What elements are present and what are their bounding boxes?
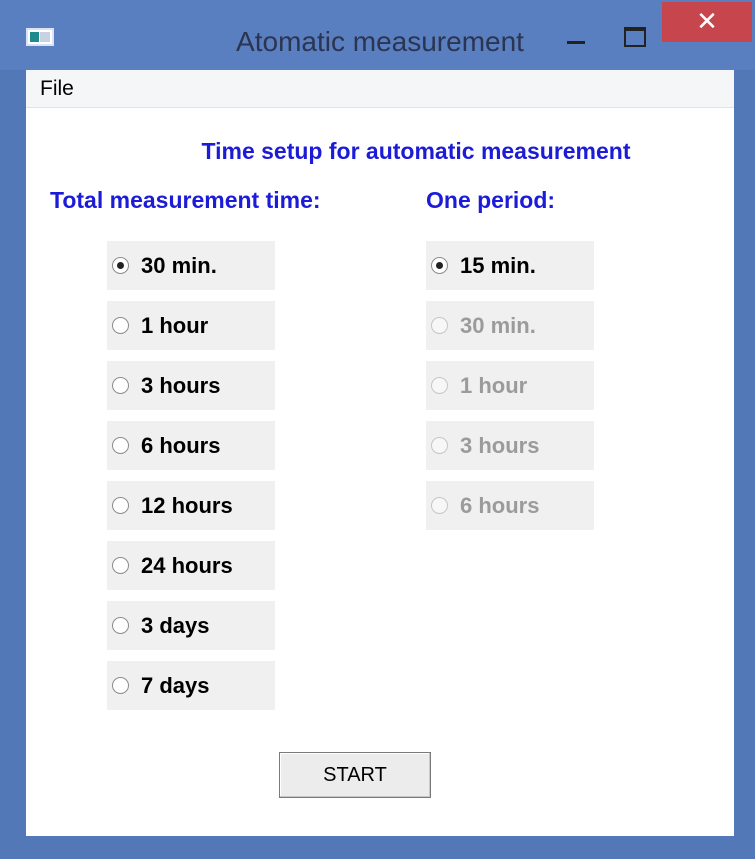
total-option-3days[interactable]: 3 days bbox=[107, 601, 275, 650]
total-option-3hours[interactable]: 3 hours bbox=[107, 361, 275, 410]
radio-icon[interactable] bbox=[112, 317, 129, 334]
total-option-7days[interactable]: 7 days bbox=[107, 661, 275, 710]
total-option-30min[interactable]: 30 min. bbox=[107, 241, 275, 290]
close-button[interactable]: ✕ bbox=[662, 2, 752, 42]
radio-icon[interactable] bbox=[431, 257, 448, 274]
radio-icon[interactable] bbox=[112, 497, 129, 514]
period-label: One period: bbox=[426, 187, 556, 213]
radio-icon[interactable] bbox=[112, 557, 129, 574]
total-option-12hours[interactable]: 12 hours bbox=[107, 481, 275, 530]
option-label: 30 min. bbox=[460, 312, 536, 338]
radio-icon bbox=[431, 377, 448, 394]
menu-item-file[interactable]: File bbox=[40, 76, 74, 102]
radio-icon bbox=[431, 497, 448, 514]
total-option-24hours[interactable]: 24 hours bbox=[107, 541, 275, 590]
radio-icon[interactable] bbox=[112, 257, 129, 274]
option-label: 1 hour bbox=[141, 312, 209, 338]
option-label: 3 hours bbox=[141, 372, 221, 398]
option-label: 3 days bbox=[141, 612, 210, 638]
page-heading: Time setup for automatic measurement bbox=[201, 138, 631, 164]
option-label: 7 days bbox=[141, 672, 210, 698]
radio-icon[interactable] bbox=[112, 437, 129, 454]
menu-bar: File bbox=[26, 70, 734, 108]
option-label: 1 hour bbox=[460, 372, 528, 398]
start-button[interactable]: START bbox=[279, 752, 431, 798]
close-icon: ✕ bbox=[696, 7, 718, 37]
option-label: 15 min. bbox=[460, 252, 536, 278]
radio-icon bbox=[431, 437, 448, 454]
radio-icon[interactable] bbox=[112, 677, 129, 694]
minimize-button[interactable] bbox=[562, 24, 592, 54]
maximize-button[interactable] bbox=[618, 24, 648, 54]
total-option-1hour[interactable]: 1 hour bbox=[107, 301, 275, 350]
option-label: 6 hours bbox=[460, 492, 540, 518]
radio-icon bbox=[431, 317, 448, 334]
radio-icon[interactable] bbox=[112, 377, 129, 394]
option-label: 12 hours bbox=[141, 492, 233, 518]
total-time-label: Total measurement time: bbox=[50, 187, 321, 213]
title-bar[interactable]: Atomatic measurement ✕ bbox=[0, 0, 755, 70]
period-option-30min: 30 min. bbox=[426, 301, 594, 350]
period-option-6hours: 6 hours bbox=[426, 481, 594, 530]
app-window: Atomatic measurement ✕ File Time setup f… bbox=[0, 0, 755, 859]
period-option-15min[interactable]: 15 min. bbox=[426, 241, 594, 290]
option-label: 3 hours bbox=[460, 432, 540, 458]
radio-icon[interactable] bbox=[112, 617, 129, 634]
total-option-6hours[interactable]: 6 hours bbox=[107, 421, 275, 470]
period-option-3hours: 3 hours bbox=[426, 421, 594, 470]
main-panel: Time setup for automatic measurement Tot… bbox=[26, 108, 734, 836]
option-label: 24 hours bbox=[141, 552, 233, 578]
option-label: 6 hours bbox=[141, 432, 221, 458]
option-label: 30 min. bbox=[141, 252, 217, 278]
period-option-1hour: 1 hour bbox=[426, 361, 594, 410]
